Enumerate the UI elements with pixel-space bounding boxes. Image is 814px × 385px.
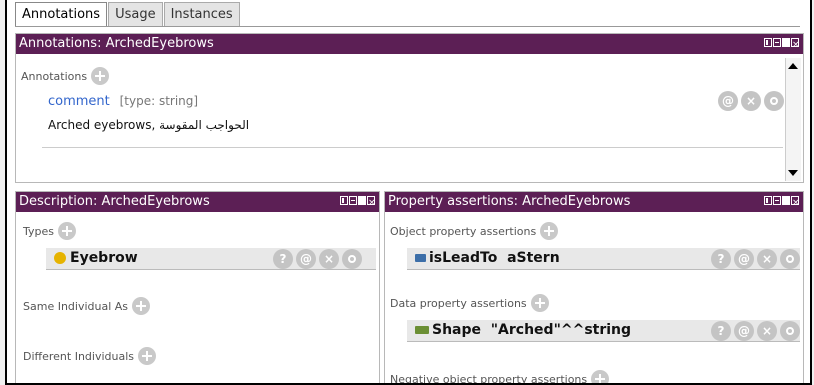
annotate-icon[interactable]: @ bbox=[296, 249, 316, 269]
delete-icon[interactable]: × bbox=[741, 91, 761, 111]
minimize-icon[interactable] bbox=[349, 196, 357, 205]
edit-icon[interactable] bbox=[780, 249, 800, 269]
data-property-entry[interactable]: Shape "Arched"^^string bbox=[415, 322, 631, 338]
data-actions: ? @ × bbox=[711, 321, 800, 341]
add-data-property-icon[interactable] bbox=[530, 294, 549, 312]
class-icon bbox=[54, 252, 66, 264]
close-icon[interactable] bbox=[791, 35, 800, 55]
tab-annotations[interactable]: Annotations bbox=[15, 2, 108, 26]
type-entry-label[interactable]: Eyebrow bbox=[70, 250, 138, 266]
property-panel-title-text: Property assertions: ArchedEyebrows bbox=[388, 194, 631, 209]
annotations-section-header: Annotations bbox=[21, 67, 110, 85]
edit-icon[interactable] bbox=[342, 249, 362, 269]
maximize-icon[interactable] bbox=[782, 38, 790, 47]
add-type-icon[interactable] bbox=[58, 222, 76, 240]
panel-controls[interactable] bbox=[764, 193, 800, 213]
annotations-section-label: Annotations bbox=[21, 69, 88, 83]
object-property-label: Object property assertions bbox=[390, 224, 537, 238]
pin-icon[interactable] bbox=[340, 196, 348, 205]
add-annotation-icon[interactable] bbox=[91, 67, 110, 85]
panel-controls[interactable] bbox=[764, 35, 800, 55]
tab-instances[interactable]: Instances bbox=[163, 2, 240, 26]
annotate-icon[interactable]: @ bbox=[734, 249, 754, 269]
scroll-up-icon[interactable] bbox=[788, 63, 798, 69]
explain-icon[interactable]: ? bbox=[711, 321, 731, 341]
annotation-value: Arched eyebrows, الحواجب المقوسة bbox=[48, 118, 250, 132]
delete-icon[interactable]: × bbox=[757, 321, 777, 341]
pin-icon[interactable] bbox=[764, 38, 772, 47]
add-negative-object-property-icon[interactable] bbox=[591, 370, 610, 383]
description-panel-title: Description: ArchedEyebrows bbox=[16, 192, 379, 213]
annotation-row[interactable]: comment [type: string] bbox=[48, 94, 198, 109]
description-panel: Description: ArchedEyebrows Types Eyebro… bbox=[15, 191, 380, 383]
annotations-panel: Annotations: ArchedEyebrows Annotations … bbox=[15, 33, 804, 183]
minimize-icon[interactable] bbox=[773, 196, 781, 205]
annotation-type-hint: [type: string] bbox=[119, 94, 199, 108]
delete-icon[interactable]: × bbox=[757, 249, 777, 269]
different-individuals-header: Different Individuals bbox=[23, 347, 157, 365]
object-property-header: Object property assertions bbox=[390, 222, 559, 240]
add-different-individual-icon[interactable] bbox=[138, 347, 157, 365]
annotation-property[interactable]: comment bbox=[48, 94, 110, 109]
object-property-icon bbox=[415, 254, 426, 262]
add-object-property-icon[interactable] bbox=[540, 222, 559, 240]
annotate-icon[interactable]: @ bbox=[718, 91, 738, 111]
add-same-individual-icon[interactable] bbox=[132, 297, 151, 315]
edit-icon[interactable] bbox=[764, 91, 784, 111]
close-icon[interactable] bbox=[367, 193, 376, 213]
negative-object-property-label: Negative object property assertions bbox=[390, 372, 588, 385]
annotations-panel-title: Annotations: ArchedEyebrows bbox=[16, 34, 803, 55]
type-actions: ? @ × bbox=[273, 249, 362, 269]
data-property-entry-label[interactable]: Shape "Arched"^^string bbox=[432, 322, 631, 338]
annotations-scrollbar[interactable] bbox=[785, 58, 801, 181]
same-individual-label: Same Individual As bbox=[23, 299, 129, 313]
explain-icon[interactable]: ? bbox=[273, 249, 293, 269]
types-section-header: Types bbox=[23, 222, 76, 240]
annotate-icon[interactable]: @ bbox=[734, 321, 754, 341]
object-property-entry[interactable]: isLeadTo aStern bbox=[415, 250, 560, 266]
delete-icon[interactable]: × bbox=[319, 249, 339, 269]
minimize-icon[interactable] bbox=[773, 38, 781, 47]
data-property-icon bbox=[415, 326, 429, 334]
maximize-icon[interactable] bbox=[782, 196, 790, 205]
scroll-down-icon[interactable] bbox=[788, 170, 798, 176]
tab-divider bbox=[15, 26, 800, 27]
data-property-header: Data property assertions bbox=[390, 294, 549, 312]
object-actions: ? @ × bbox=[711, 249, 800, 269]
annotation-actions: @ × bbox=[718, 91, 784, 111]
explain-icon[interactable]: ? bbox=[711, 249, 731, 269]
types-label: Types bbox=[23, 224, 54, 238]
object-property-entry-label[interactable]: isLeadTo aStern bbox=[429, 250, 560, 266]
close-icon[interactable] bbox=[791, 193, 800, 213]
edit-icon[interactable] bbox=[780, 321, 800, 341]
tab-bar: Annotations Usage Instances bbox=[15, 2, 241, 26]
property-assertions-panel: Property assertions: ArchedEyebrows Obje… bbox=[384, 191, 804, 385]
type-entry[interactable]: Eyebrow bbox=[54, 250, 138, 266]
property-panel-title: Property assertions: ArchedEyebrows bbox=[385, 192, 803, 213]
tab-usage[interactable]: Usage bbox=[108, 2, 163, 26]
different-individuals-label: Different Individuals bbox=[23, 349, 135, 363]
annotation-divider bbox=[42, 147, 783, 148]
same-individual-header: Same Individual As bbox=[23, 297, 151, 315]
annotations-panel-title-text: Annotations: ArchedEyebrows bbox=[19, 36, 214, 51]
description-panel-title-text: Description: ArchedEyebrows bbox=[19, 194, 210, 209]
pin-icon[interactable] bbox=[764, 196, 772, 205]
window-frame: Annotations Usage Instances Annotations:… bbox=[5, 0, 812, 385]
data-property-label: Data property assertions bbox=[390, 296, 527, 310]
panel-controls[interactable] bbox=[340, 193, 376, 213]
negative-object-property-header: Negative object property assertions bbox=[390, 370, 610, 385]
maximize-icon[interactable] bbox=[358, 196, 366, 205]
